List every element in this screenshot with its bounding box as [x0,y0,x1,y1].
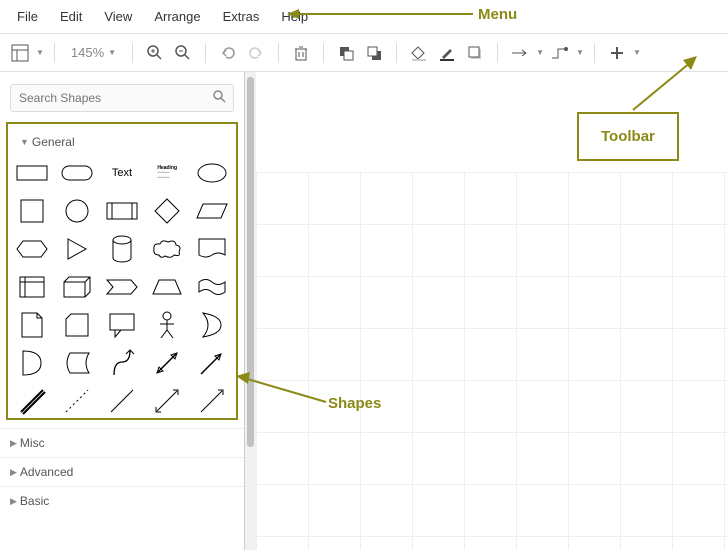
shape-cube[interactable] [55,270,98,304]
shape-curve[interactable] [100,346,143,380]
section-label: General [32,135,75,149]
shape-text[interactable]: Text [100,156,143,190]
menu-edit[interactable]: Edit [51,6,91,27]
to-back-button[interactable] [362,41,386,65]
separator [497,43,498,63]
toolbar: ▼ 145% ▼ ▼ ▼ [0,34,728,72]
shape-card[interactable] [55,308,98,342]
separator [396,43,397,63]
separator [205,43,206,63]
shape-bidirectional-arrow[interactable] [146,346,189,380]
section-row: ▶ Advanced [0,457,244,486]
shape-line[interactable] [100,384,143,418]
shape-document[interactable] [191,232,234,266]
chevron-right-icon: ▶ [10,496,17,507]
shapes-panel-highlight: ▼ General Text Heading━━━━━━━━ [6,122,238,420]
chevron-down-icon: ▼ [576,48,584,57]
shape-cloud[interactable] [146,232,189,266]
shape-parallelogram[interactable] [191,194,234,228]
section-advanced[interactable]: ▶ Advanced [0,458,244,486]
annotation-toolbar-label: Toolbar [577,112,679,161]
shadow-button[interactable] [463,41,487,65]
annotation-menu-label: Menu [478,6,517,23]
add-button[interactable] [605,41,629,65]
shape-process[interactable] [100,194,143,228]
separator [132,43,133,63]
shape-arrow[interactable] [191,346,234,380]
shape-textbox[interactable]: Heading━━━━━━━━ [146,156,189,190]
scrollbar-thumb[interactable] [247,77,254,447]
zoom-value: 145% [71,45,104,60]
shape-step[interactable] [100,270,143,304]
shape-actor[interactable] [146,308,189,342]
section-label: Advanced [20,465,73,479]
shape-hexagon[interactable] [10,232,53,266]
chevron-right-icon: ▶ [10,467,17,478]
search-input[interactable] [10,84,234,112]
canvas-grid [256,172,728,550]
menu-file[interactable]: File [8,6,47,27]
menu-arrange[interactable]: Arrange [145,6,209,27]
annotation-shapes-label: Shapes [328,395,381,412]
menubar: File Edit View Arrange Extras Help [0,0,728,34]
shape-cylinder[interactable] [100,232,143,266]
menu-help[interactable]: Help [272,6,317,27]
sidebar: ▼ General Text Heading━━━━━━━━ [0,72,245,550]
search-icon [213,90,226,106]
separator [323,43,324,63]
shape-link[interactable] [10,384,53,418]
separator [278,43,279,63]
chevron-down-icon: ▼ [633,48,641,57]
chevron-right-icon: ▶ [10,438,17,449]
section-misc[interactable]: ▶ Misc [0,429,244,457]
search-wrap [0,72,244,120]
shape-dashed-line[interactable] [55,384,98,418]
section-row: ▶ Misc [0,428,244,457]
shape-trapezoid[interactable] [146,270,189,304]
shape-rounded-rectangle[interactable] [55,156,98,190]
section-general[interactable]: ▼ General [10,128,234,156]
shape-grid: Text Heading━━━━━━━━ [10,156,234,418]
shape-or[interactable] [191,308,234,342]
chevron-down-icon: ▼ [108,48,116,57]
separator [54,43,55,63]
shape-rectangle[interactable] [10,156,53,190]
shape-ellipse[interactable] [191,156,234,190]
zoom-out-button[interactable] [171,41,195,65]
redo-button[interactable] [244,41,268,65]
chevron-down-icon: ▼ [536,48,544,57]
separator [594,43,595,63]
shape-callout[interactable] [100,308,143,342]
section-label: Misc [20,436,45,450]
menu-view[interactable]: View [95,6,141,27]
shape-bidirectional-connector[interactable] [146,384,189,418]
shape-square[interactable] [10,194,53,228]
shape-and[interactable] [10,346,53,380]
section-row: ▶ Basic [0,486,244,515]
section-basic[interactable]: ▶ Basic [0,487,244,515]
chevron-down-icon: ▼ [36,48,44,57]
connection-button[interactable] [508,41,532,65]
to-front-button[interactable] [334,41,358,65]
section-label: Basic [20,494,49,508]
undo-button[interactable] [216,41,240,65]
shape-diamond[interactable] [146,194,189,228]
sidebar-scrollbar[interactable] [245,72,256,550]
shape-internal-storage[interactable] [10,270,53,304]
menu-extras[interactable]: Extras [214,6,269,27]
shape-directional-connector[interactable] [191,384,234,418]
fill-color-button[interactable] [407,41,431,65]
chevron-down-icon: ▼ [20,137,29,147]
shape-circle[interactable] [55,194,98,228]
zoom-level[interactable]: 145% ▼ [65,45,122,60]
view-mode-button[interactable] [8,41,32,65]
shape-triangle[interactable] [55,232,98,266]
line-color-button[interactable] [435,41,459,65]
delete-button[interactable] [289,41,313,65]
shape-data-storage[interactable] [55,346,98,380]
shape-tape[interactable] [191,270,234,304]
shape-note[interactable] [10,308,53,342]
waypoint-button[interactable] [548,41,572,65]
zoom-in-button[interactable] [143,41,167,65]
